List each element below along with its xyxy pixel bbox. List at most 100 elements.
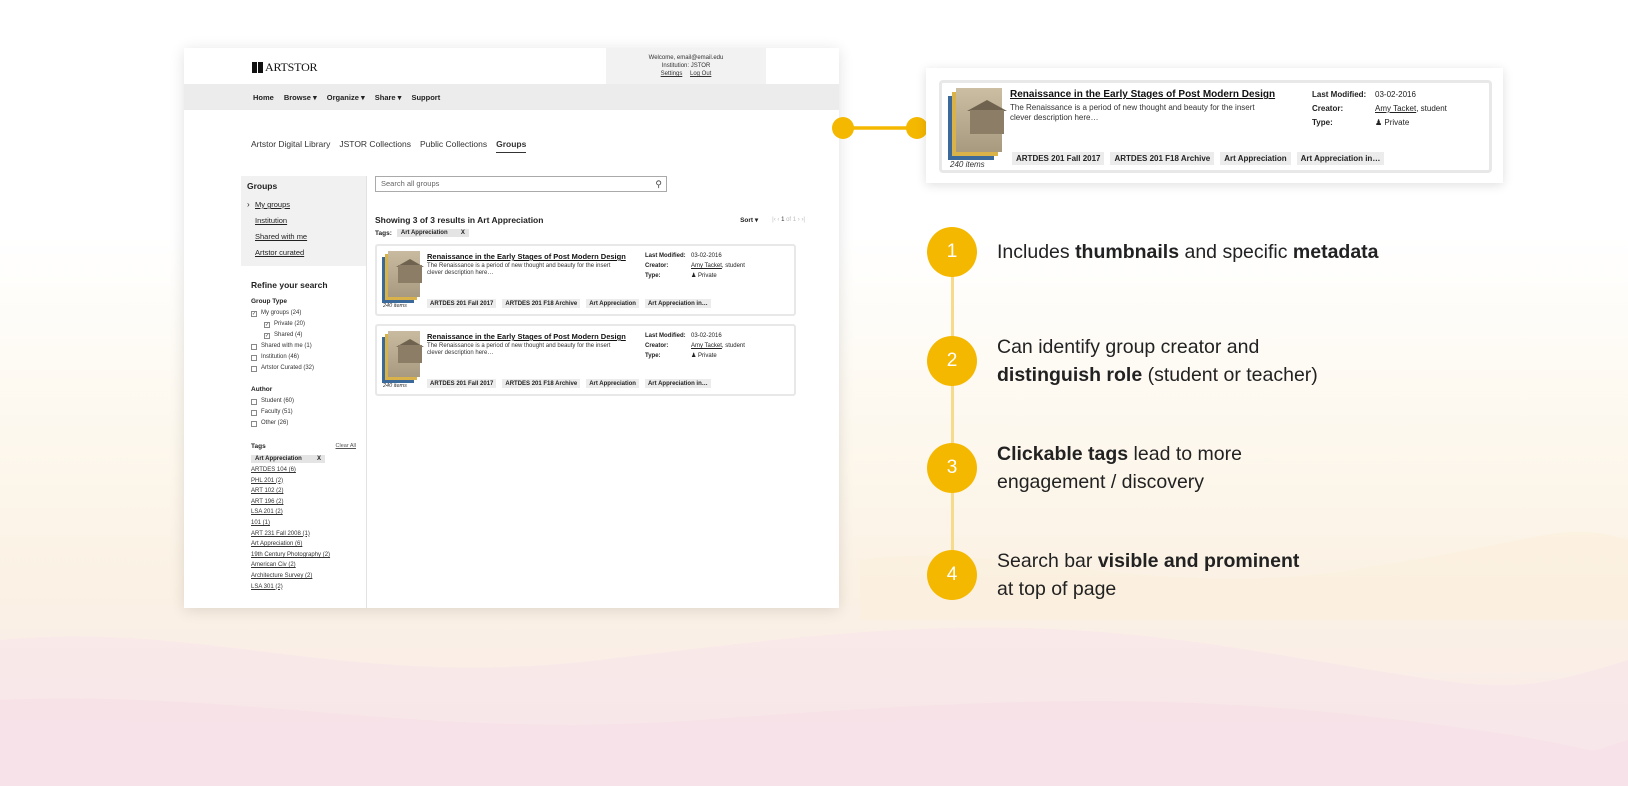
filter-checkbox[interactable]: Shared with me (1) bbox=[251, 341, 356, 352]
checkbox-icon[interactable]: ✓ bbox=[264, 332, 270, 339]
feature-text: Clickable tags lead to more engagement / … bbox=[997, 440, 1242, 496]
first-page-button[interactable]: |‹ bbox=[772, 217, 776, 223]
filter-checkbox[interactable]: Institution (46) bbox=[251, 352, 356, 363]
tag-chip[interactable]: ARTDES 201 Fall 2017 bbox=[427, 299, 497, 308]
clear-all-link[interactable]: Clear All bbox=[336, 443, 356, 450]
next-page-button[interactable]: › bbox=[798, 217, 800, 223]
tag-link[interactable]: American Civ (2) bbox=[251, 560, 356, 571]
nav-share[interactable]: Share ▾ bbox=[375, 93, 402, 102]
tag-chip[interactable]: Art Appreciation in… bbox=[1296, 152, 1385, 165]
artstor-logo[interactable]: ARTSTOR bbox=[252, 60, 318, 75]
nav-browse[interactable]: Browse ▾ bbox=[284, 93, 317, 102]
settings-link[interactable]: Settings bbox=[661, 71, 683, 77]
item-count: 240 items bbox=[383, 383, 407, 389]
search-input[interactable]: Search all groups ⚲ bbox=[375, 176, 667, 192]
nav-organize[interactable]: Organize ▾ bbox=[327, 93, 365, 102]
sort-dropdown[interactable]: Sort ▾ bbox=[740, 216, 758, 224]
remove-active-tag-icon[interactable]: X bbox=[461, 230, 465, 236]
welcome-institution: Institution: JSTOR bbox=[661, 63, 711, 69]
group-thumbnail[interactable] bbox=[382, 251, 424, 303]
group-card[interactable]: 240 items Renaissance in the Early Stages… bbox=[375, 324, 796, 396]
logout-link[interactable]: Log Out bbox=[690, 71, 711, 77]
group-card-detail[interactable]: 240 items Renaissance in the Early Stage… bbox=[939, 80, 1492, 173]
tag-link[interactable]: Architecture Survey (2) bbox=[251, 571, 356, 582]
group-thumbnail[interactable] bbox=[382, 331, 424, 383]
groups-title: Groups bbox=[247, 181, 278, 191]
group-description: The Renaissance is a period of new thoug… bbox=[1010, 103, 1255, 122]
tab-artstor-digital-library[interactable]: Artstor Digital Library bbox=[251, 139, 330, 153]
tab-groups[interactable]: Groups bbox=[496, 139, 527, 153]
active-tag-chip[interactable]: Art Appreciation X bbox=[396, 229, 469, 237]
last-page-button[interactable]: ›| bbox=[801, 217, 805, 223]
creator-link[interactable]: Amy Tacket bbox=[691, 343, 722, 349]
prev-page-button[interactable]: ‹ bbox=[777, 217, 779, 223]
tag-chip[interactable]: Art Appreciation in… bbox=[644, 299, 711, 308]
remove-tag-icon[interactable]: X bbox=[317, 456, 321, 462]
search-icon[interactable]: ⚲ bbox=[655, 179, 662, 190]
sidebar-item-shared-with-me[interactable]: Shared with me bbox=[247, 229, 360, 245]
checkbox-icon[interactable] bbox=[251, 409, 257, 416]
filter-checkbox[interactable]: Student (60) bbox=[251, 396, 356, 407]
pagination: |‹ ‹ 1 of 1 › ›| bbox=[772, 217, 805, 223]
feature-item: 1 Includes thumbnails and specific metada… bbox=[927, 227, 1379, 277]
group-card[interactable]: 240 items Renaissance in the Early Stages… bbox=[375, 244, 796, 316]
checkbox-icon[interactable] bbox=[251, 354, 257, 361]
filter-checkbox[interactable]: Faculty (51) bbox=[251, 407, 356, 418]
tag-link[interactable]: PHL 201 (2) bbox=[251, 476, 356, 487]
tag-chip[interactable]: ARTDES 201 Fall 2017 bbox=[1012, 152, 1105, 165]
type-value: Private bbox=[1384, 118, 1410, 127]
filter-checkbox[interactable]: Other (26) bbox=[251, 418, 356, 429]
tag-chip[interactable]: Art Appreciation in… bbox=[644, 379, 711, 388]
group-thumbnail[interactable] bbox=[948, 88, 1007, 160]
creator-link[interactable]: Amy Tacket bbox=[1375, 104, 1416, 113]
tag-link[interactable]: ART 231 Fall 2008 (1) bbox=[251, 529, 356, 540]
tag-link[interactable]: ART 196 (2) bbox=[251, 497, 356, 508]
tab-public-collections[interactable]: Public Collections bbox=[420, 139, 487, 153]
tag-link[interactable]: ART 102 (2) bbox=[251, 486, 356, 497]
tag-link[interactable]: Art Appreciation (6) bbox=[251, 539, 356, 550]
sidebar-item-artstor-curated[interactable]: Artstor curated bbox=[247, 245, 360, 261]
tag-link[interactable]: ARTDES 104 (6) bbox=[251, 465, 356, 476]
sidebar-item-institution[interactable]: Institution bbox=[247, 213, 360, 229]
nav-home[interactable]: Home bbox=[253, 93, 274, 102]
checkbox-icon[interactable]: ✓ bbox=[251, 310, 257, 317]
creator-link[interactable]: Amy Tacket bbox=[691, 263, 722, 269]
tag-link[interactable]: LSA 301 (2) bbox=[251, 582, 356, 593]
filter-checkbox[interactable]: Artstor Curated (32) bbox=[251, 363, 356, 374]
tag-link[interactable]: 101 (1) bbox=[251, 518, 356, 529]
filter-checkbox[interactable]: ✓ Private (20) bbox=[251, 319, 356, 330]
collection-tabs: Artstor Digital Library JSTOR Collection… bbox=[251, 139, 527, 153]
tag-chip[interactable]: ARTDES 201 F18 Archive bbox=[502, 299, 581, 308]
tag-chip[interactable]: ARTDES 201 F18 Archive bbox=[502, 379, 581, 388]
selected-tag-chip[interactable]: Art Appreciation X bbox=[251, 455, 325, 463]
feature-text: Can identify group creator and distinguis… bbox=[997, 333, 1318, 389]
checkbox-icon[interactable] bbox=[251, 343, 257, 350]
active-tag-label: Art Appreciation bbox=[400, 230, 448, 236]
tag-chip[interactable]: ARTDES 201 F18 Archive bbox=[1110, 152, 1215, 165]
tag-chip[interactable]: Art Appreciation bbox=[1220, 152, 1291, 165]
group-tags: ARTDES 201 Fall 2017 ARTDES 201 F18 Archi… bbox=[427, 299, 711, 308]
checkbox-icon[interactable] bbox=[251, 398, 257, 405]
filter-checkbox[interactable]: ✓ My groups (24) bbox=[251, 308, 356, 319]
group-title-link[interactable]: Renaissance in the Early Stages of Post … bbox=[427, 252, 626, 261]
checkbox-icon[interactable]: ✓ bbox=[264, 321, 270, 328]
tag-chip[interactable]: ARTDES 201 Fall 2017 bbox=[427, 379, 497, 388]
group-title-link[interactable]: Renaissance in the Early Stages of Post … bbox=[1010, 89, 1275, 100]
group-title-link[interactable]: Renaissance in the Early Stages of Post … bbox=[427, 332, 626, 341]
checkbox-icon[interactable] bbox=[251, 420, 257, 427]
group-metadata: Last Modified: 03-02-2016 Creator: Amy Tac… bbox=[1312, 88, 1447, 130]
type-label: Type: bbox=[1312, 118, 1333, 127]
tag-link[interactable]: LSA 201 (2) bbox=[251, 507, 356, 518]
page-number[interactable]: 1 bbox=[781, 217, 784, 223]
sidebar-item-my-groups[interactable]: My groups bbox=[247, 197, 360, 213]
welcome-user: Welcome, email@email.edu bbox=[648, 55, 724, 61]
checkbox-icon[interactable] bbox=[251, 365, 257, 372]
site-header: ARTSTOR Welcome, email@email.edu Institu… bbox=[184, 48, 839, 84]
tag-chip[interactable]: Art Appreciation bbox=[586, 299, 639, 308]
filter-checkbox[interactable]: ✓ Shared (4) bbox=[251, 330, 356, 341]
tag-chip[interactable]: Art Appreciation bbox=[586, 379, 639, 388]
tag-link[interactable]: 19th Century Photography (2) bbox=[251, 550, 356, 561]
tab-jstor-collections[interactable]: JSTOR Collections bbox=[339, 139, 411, 153]
type-value: Private bbox=[698, 353, 717, 359]
nav-support[interactable]: Support bbox=[411, 93, 440, 102]
